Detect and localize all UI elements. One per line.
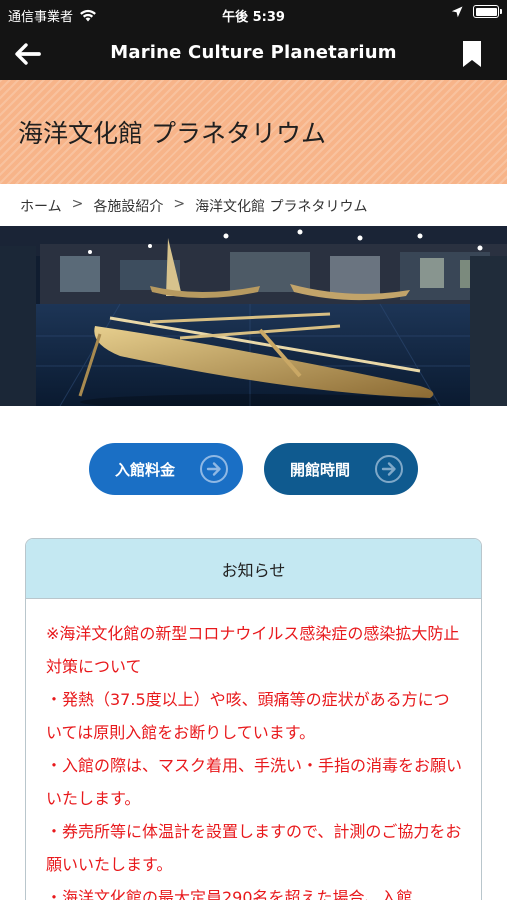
- status-bar: 通信事業者 午後 5:39: [0, 0, 507, 28]
- notice-title: お知らせ: [26, 539, 481, 599]
- action-buttons: 入館料金 開館時間: [0, 443, 507, 495]
- notice-line: ※海洋文化館の新型コロナウイルス感染症の感染拡大防止対策について: [46, 624, 460, 676]
- bookmark-button[interactable]: [461, 40, 483, 68]
- breadcrumb-facilities[interactable]: 各施設紹介: [93, 196, 163, 216]
- breadcrumb-home[interactable]: ホーム: [20, 196, 62, 216]
- opening-hours-button[interactable]: 開館時間: [264, 443, 418, 495]
- exhibition-hall-image: [0, 226, 507, 406]
- admission-fee-button[interactable]: 入館料金: [89, 443, 243, 495]
- admission-fee-label: 入館料金: [115, 461, 176, 479]
- location-arrow-icon: [451, 6, 463, 17]
- breadcrumb-separator: >: [71, 196, 84, 212]
- notice-box: お知らせ ※海洋文化館の新型コロナウイルス感染症の感染拡大防止対策について ・発…: [25, 538, 482, 900]
- status-right: [451, 5, 502, 18]
- clock: 午後 5:39: [222, 10, 285, 25]
- breadcrumb: ホーム > 各施設紹介 > 海洋文化館 プラネタリウム: [20, 196, 368, 216]
- breadcrumb-separator: >: [173, 196, 186, 212]
- battery-icon: [473, 5, 502, 18]
- notice-body: ※海洋文化館の新型コロナウイルス感染症の感染拡大防止対策について ・発熱（37.…: [26, 599, 481, 900]
- notice-line: ・券売所等に体温計を設置しますので、計測のご協力をお願いいたします。: [46, 822, 462, 874]
- bookmark-icon: [463, 41, 481, 67]
- notice-line: ・海洋文化館の最大定員290名を超えた場合、入館: [46, 888, 413, 900]
- notice-line: ・発熱（37.5度以上）や咳、頭痛等の症状がある方については原則入館をお断りして…: [46, 690, 450, 742]
- arrow-right-circle-icon: [375, 455, 403, 483]
- page-header: 海洋文化館 プラネタリウム: [0, 80, 507, 184]
- page-title: 海洋文化館 プラネタリウム: [18, 119, 326, 148]
- opening-hours-label: 開館時間: [290, 461, 351, 479]
- arrow-right-circle-icon: [200, 455, 228, 483]
- nav-title: Marine Culture Planetarium: [110, 42, 397, 63]
- nav-bar: Marine Culture Planetarium: [0, 28, 507, 80]
- hero-photo: [0, 226, 507, 406]
- notice-line: ・入館の際は、マスク着用、手洗い・手指の消毒をお願いいたします。: [46, 756, 463, 808]
- breadcrumb-current: 海洋文化館 プラネタリウム: [195, 199, 368, 215]
